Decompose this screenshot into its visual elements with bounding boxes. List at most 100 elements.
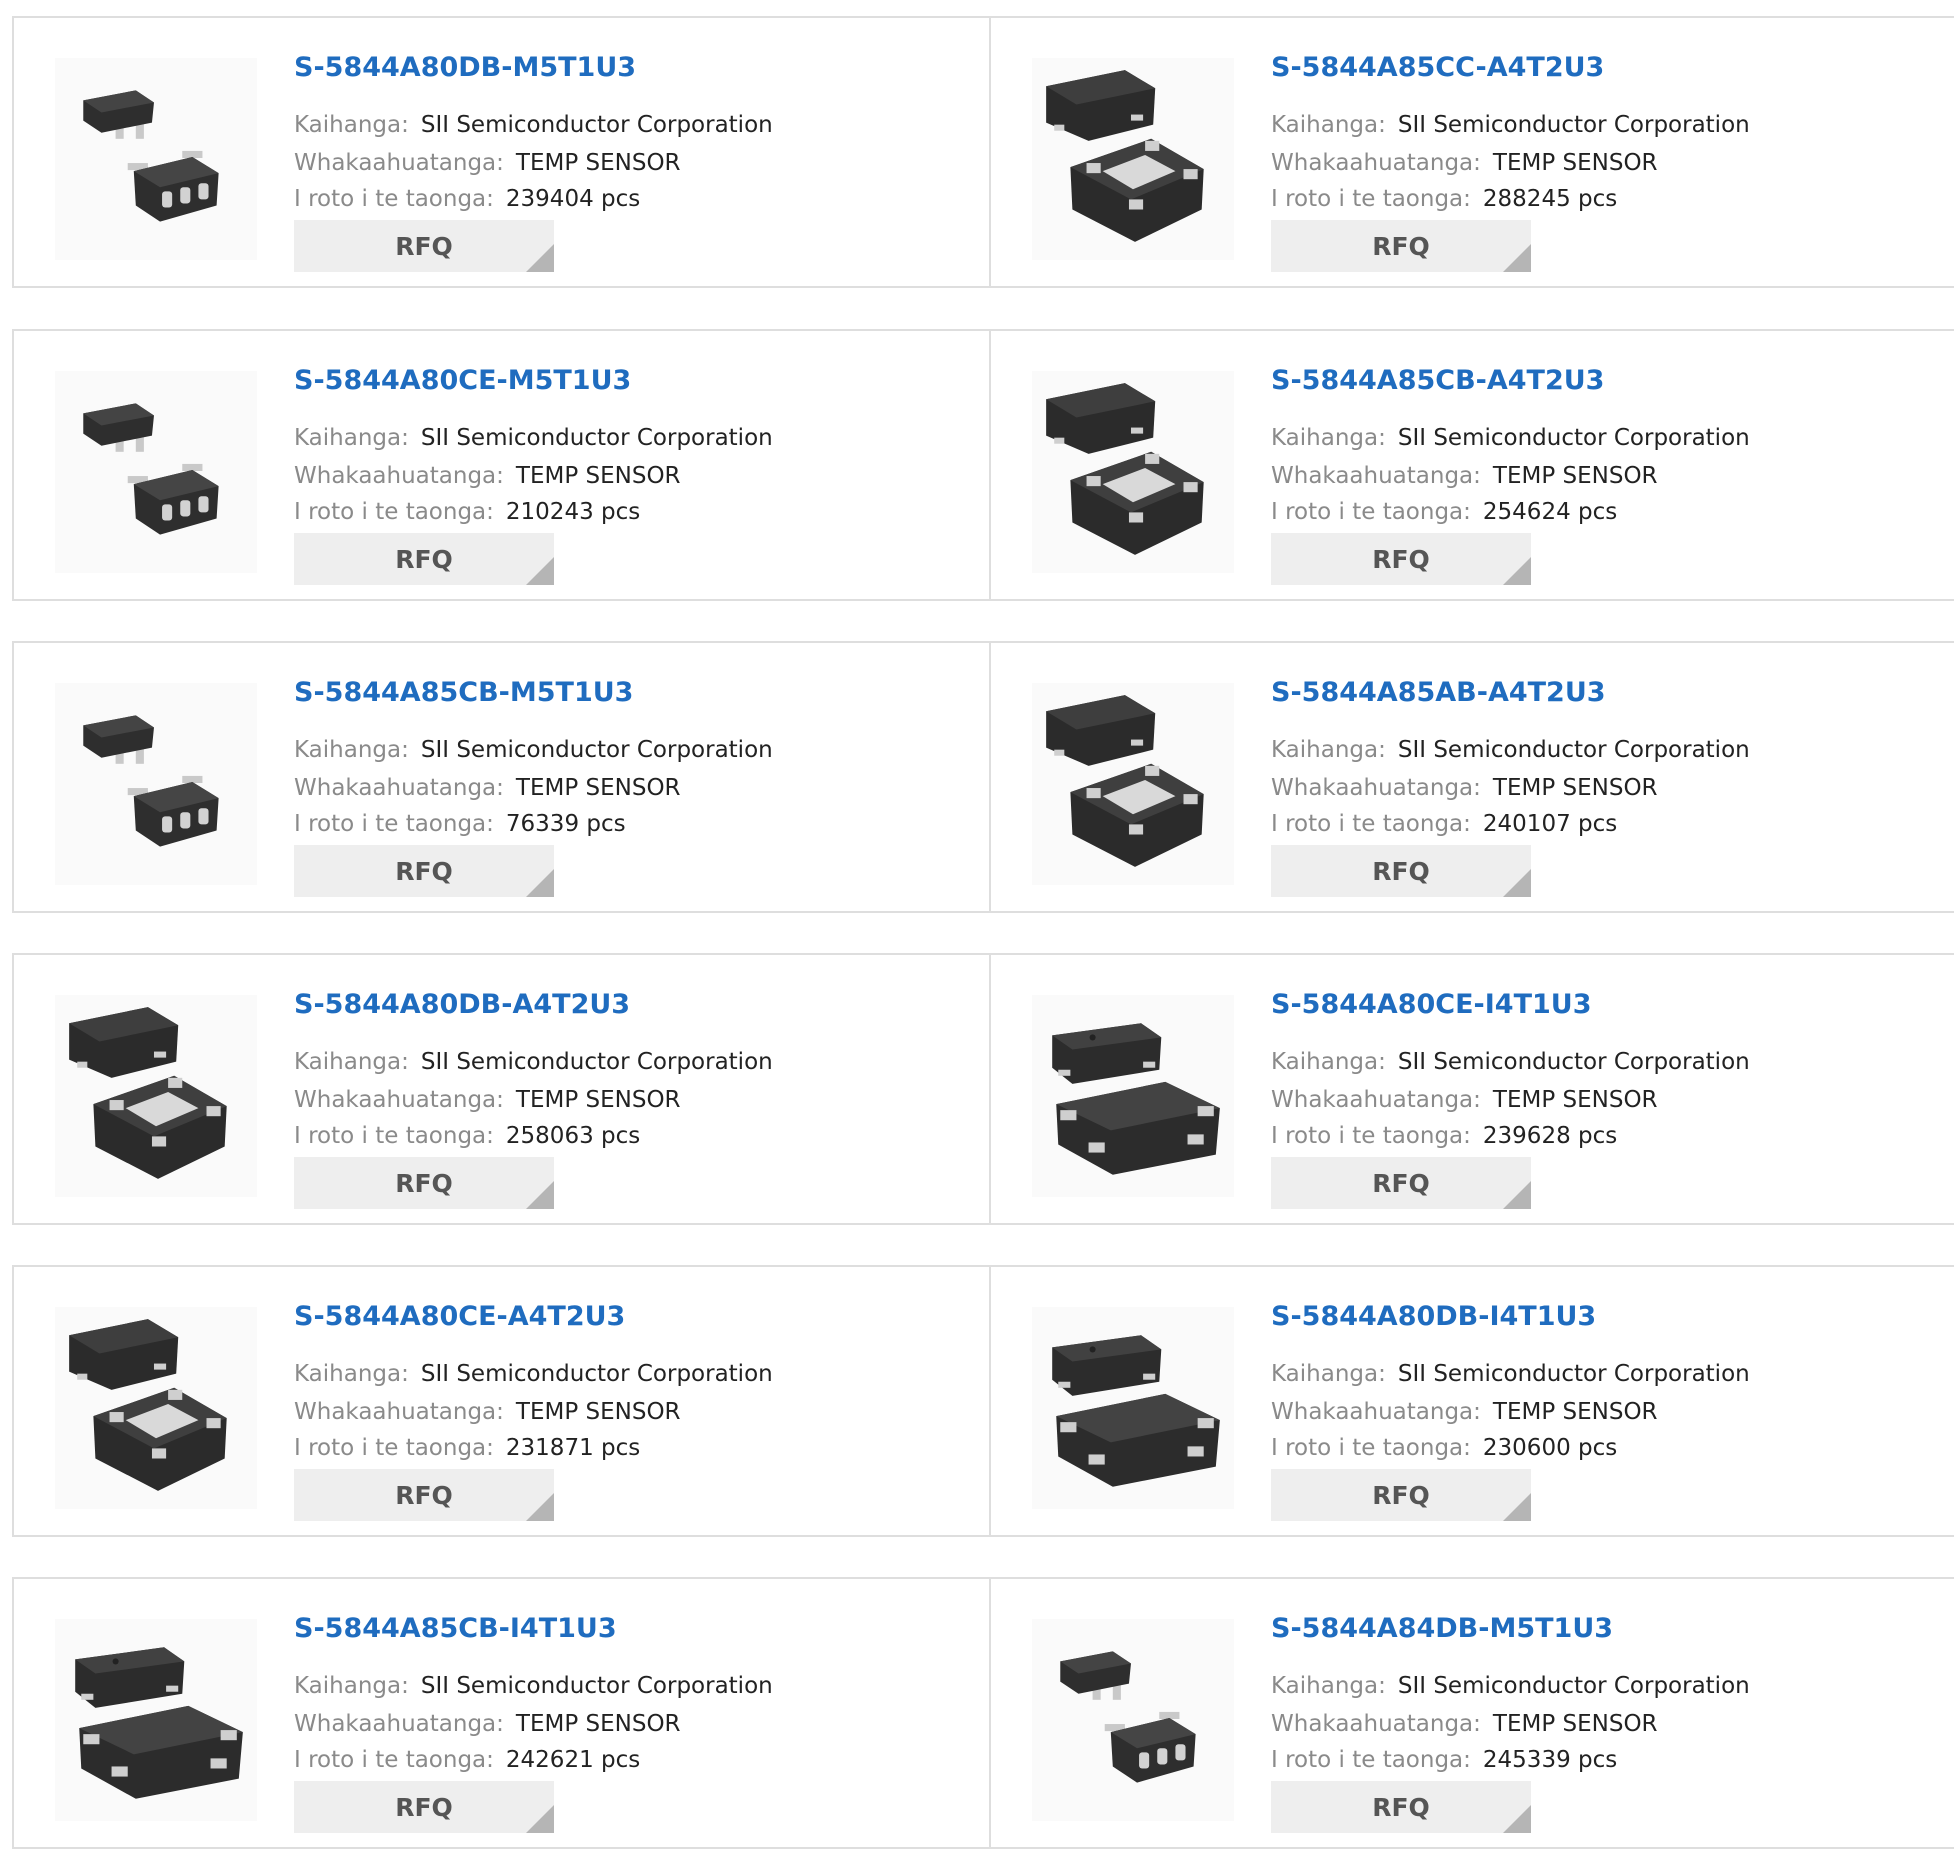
rfq-button[interactable]: RFQ [1271,1781,1531,1833]
rfq-button-label: RFQ [395,1169,453,1198]
rfq-button[interactable]: RFQ [1271,220,1531,272]
stock-row: I roto i te taonga: 242621 pcs [294,1747,640,1773]
rfq-button[interactable]: RFQ [294,1469,554,1521]
description-row: Whakaahuatanga: TEMP SENSOR [1271,1711,1658,1737]
rfq-button[interactable]: RFQ [294,1781,554,1833]
part-number-link[interactable]: S-5844A80DB-M5T1U3 [294,52,636,83]
description-value: TEMP SENSOR [1492,1711,1658,1737]
rfq-button[interactable]: RFQ [294,220,554,272]
rfq-corner-icon [526,244,554,272]
stock-value: 254624 pcs [1482,499,1618,525]
description-row: Whakaahuatanga: TEMP SENSOR [294,463,681,489]
sot23-5-package-icon[interactable] [55,683,257,885]
manufacturer-row: Kaihanga: SII Semiconductor Corporation [294,1673,773,1699]
manufacturer-value: SII Semiconductor Corporation [1397,1361,1750,1387]
stock-value: 76339 pcs [505,811,626,837]
snt-4a-package-icon[interactable] [1032,683,1234,885]
snt-4a-package-icon[interactable] [1032,371,1234,573]
manufacturer-row: Kaihanga: SII Semiconductor Corporation [294,112,773,138]
manufacturer-value: SII Semiconductor Corporation [420,425,773,451]
description-value: TEMP SENSOR [515,150,681,176]
manufacturer-row: Kaihanga: SII Semiconductor Corporation [1271,112,1750,138]
description-label: Whakaahuatanga: [1271,1087,1481,1113]
rfq-button-label: RFQ [1372,1481,1430,1510]
description-value: TEMP SENSOR [515,1399,681,1425]
stock-label: I roto i te taonga: [294,811,494,837]
rfq-button-label: RFQ [1372,232,1430,261]
part-number-link[interactable]: S-5844A85CC-A4T2U3 [1271,52,1604,83]
manufacturer-value: SII Semiconductor Corporation [1397,1673,1750,1699]
part-number-link[interactable]: S-5844A80CE-I4T1U3 [1271,989,1591,1020]
product-row: S-5844A80CE-A4T2U3 Kaihanga: SII Semicond… [12,1265,1954,1537]
manufacturer-row: Kaihanga: SII Semiconductor Corporation [294,737,773,763]
hsnt-4-package-icon[interactable] [1032,1307,1234,1509]
rfq-corner-icon [1503,1805,1531,1833]
stock-label: I roto i te taonga: [294,1747,494,1773]
rfq-button-label: RFQ [1372,857,1430,886]
product-row: S-5844A80CE-M5T1U3 Kaihanga: SII Semicond… [12,329,1954,601]
rfq-corner-icon [1503,869,1531,897]
snt-4a-package-icon[interactable] [55,995,257,1197]
snt-4a-package-icon[interactable] [1032,58,1234,260]
description-row: Whakaahuatanga: TEMP SENSOR [294,1087,681,1113]
part-number-link[interactable]: S-5844A85AB-A4T2U3 [1271,677,1606,708]
sot23-5-package-icon[interactable] [1032,1619,1234,1821]
rfq-button[interactable]: RFQ [1271,845,1531,897]
product-grid: S-5844A80DB-M5T1U3 Kaihanga: SII Semicond… [0,0,1954,1849]
manufacturer-label: Kaihanga: [294,425,409,451]
stock-label: I roto i te taonga: [294,1435,494,1461]
stock-value: 242621 pcs [505,1747,641,1773]
part-number-link[interactable]: S-5844A80DB-A4T2U3 [294,989,630,1020]
manufacturer-row: Kaihanga: SII Semiconductor Corporation [1271,1673,1750,1699]
part-number-link[interactable]: S-5844A80CE-A4T2U3 [294,1301,625,1332]
rfq-button[interactable]: RFQ [1271,1469,1531,1521]
description-label: Whakaahuatanga: [294,1087,504,1113]
product-card: S-5844A85CC-A4T2U3 Kaihanga: SII Semicond… [991,18,1954,286]
manufacturer-label: Kaihanga: [1271,1361,1386,1387]
stock-value: 288245 pcs [1482,186,1618,212]
description-value: TEMP SENSOR [515,1087,681,1113]
description-label: Whakaahuatanga: [294,463,504,489]
rfq-button[interactable]: RFQ [294,1157,554,1209]
hsnt-4-package-icon[interactable] [55,1619,257,1821]
part-number-link[interactable]: S-5844A80DB-I4T1U3 [1271,1301,1596,1332]
description-value: TEMP SENSOR [515,1711,681,1737]
stock-row: I roto i te taonga: 258063 pcs [294,1123,640,1149]
sot23-5-package-icon[interactable] [55,58,257,260]
description-row: Whakaahuatanga: TEMP SENSOR [294,775,681,801]
stock-label: I roto i te taonga: [294,499,494,525]
description-label: Whakaahuatanga: [294,1711,504,1737]
rfq-corner-icon [526,869,554,897]
rfq-button-label: RFQ [395,1793,453,1822]
rfq-button[interactable]: RFQ [294,533,554,585]
stock-value: 210243 pcs [505,499,641,525]
manufacturer-label: Kaihanga: [294,1361,409,1387]
part-number-link[interactable]: S-5844A85CB-A4T2U3 [1271,365,1604,396]
description-row: Whakaahuatanga: TEMP SENSOR [1271,1399,1658,1425]
rfq-corner-icon [1503,1493,1531,1521]
snt-4a-package-icon[interactable] [55,1307,257,1509]
rfq-button-label: RFQ [1372,1169,1430,1198]
manufacturer-row: Kaihanga: SII Semiconductor Corporation [1271,1049,1750,1075]
manufacturer-label: Kaihanga: [1271,112,1386,138]
manufacturer-label: Kaihanga: [1271,1049,1386,1075]
stock-value: 258063 pcs [505,1123,641,1149]
manufacturer-value: SII Semiconductor Corporation [420,1673,773,1699]
rfq-button-label: RFQ [1372,545,1430,574]
description-value: TEMP SENSOR [515,463,681,489]
rfq-button-label: RFQ [395,857,453,886]
part-number-link[interactable]: S-5844A84DB-M5T1U3 [1271,1613,1613,1644]
description-value: TEMP SENSOR [1492,463,1658,489]
part-number-link[interactable]: S-5844A80CE-M5T1U3 [294,365,631,396]
part-number-link[interactable]: S-5844A85CB-I4T1U3 [294,1613,617,1644]
hsnt-4-package-icon[interactable] [1032,995,1234,1197]
stock-row: I roto i te taonga: 254624 pcs [1271,499,1617,525]
manufacturer-label: Kaihanga: [1271,737,1386,763]
rfq-button[interactable]: RFQ [1271,1157,1531,1209]
sot23-5-package-icon[interactable] [55,371,257,573]
rfq-corner-icon [526,1805,554,1833]
rfq-corner-icon [1503,557,1531,585]
rfq-button[interactable]: RFQ [1271,533,1531,585]
part-number-link[interactable]: S-5844A85CB-M5T1U3 [294,677,633,708]
rfq-button[interactable]: RFQ [294,845,554,897]
